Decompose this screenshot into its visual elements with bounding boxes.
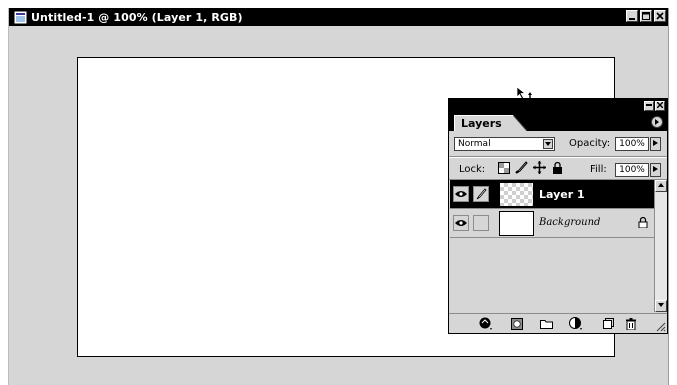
blend-mode-select[interactable]: Normal [454, 137, 555, 151]
palette-menu-button[interactable] [651, 116, 663, 128]
tab-layers[interactable]: Layers [454, 115, 514, 131]
layers-scrollbar[interactable] [654, 180, 667, 312]
visibility-eye-icon[interactable] [453, 186, 469, 202]
opacity-label: Opacity: [569, 138, 611, 149]
palette-minimize-button[interactable] [644, 101, 654, 111]
new-fill-adjustment-icon[interactable] [569, 317, 583, 330]
lock-label: Lock: [459, 164, 486, 175]
opacity-field[interactable]: 100% [615, 137, 649, 151]
minimize-button[interactable] [626, 10, 638, 22]
layer-thumbnail[interactable] [499, 211, 534, 236]
palette-bottom-bar [449, 313, 667, 333]
maximize-button[interactable] [640, 10, 652, 22]
scroll-down-button[interactable] [655, 300, 667, 312]
layers-list: Layer 1 Background [450, 180, 654, 312]
layer-row-layer-1[interactable]: Layer 1 [450, 180, 654, 209]
paintbrush-icon[interactable] [473, 186, 489, 202]
tab-edge [513, 115, 527, 131]
document-titlebar[interactable]: Untitled-1 @ 100% (Layer 1, RGB) [9, 8, 668, 26]
layer-row-background[interactable]: Background [450, 209, 654, 238]
document-title: Untitled-1 @ 100% (Layer 1, RGB) [31, 10, 243, 24]
divider [449, 157, 667, 158]
lock-transparency-icon[interactable] [497, 161, 510, 174]
lock-icon [638, 216, 648, 231]
layer-name[interactable]: Layer 1 [539, 188, 585, 201]
new-layer-icon[interactable] [601, 317, 615, 330]
visibility-eye-icon[interactable] [453, 215, 469, 231]
close-button[interactable] [654, 10, 666, 22]
chevron-down-icon [543, 139, 553, 149]
resize-grip-icon[interactable] [654, 320, 666, 332]
lock-position-icon[interactable] [533, 161, 546, 174]
scroll-up-button[interactable] [655, 180, 667, 192]
opacity-slider-button[interactable] [650, 137, 661, 151]
trash-icon[interactable] [624, 317, 638, 330]
blend-mode-value: Normal [458, 139, 491, 149]
palette-titlebar[interactable] [449, 99, 667, 113]
layers-palette: Layers Normal Opacity: 100% Lock: Fill: … [448, 98, 668, 334]
lock-image-icon[interactable] [515, 161, 528, 174]
layer-name[interactable]: Background [539, 217, 600, 228]
layer-thumbnail[interactable] [499, 182, 534, 207]
fill-field[interactable]: 100% [615, 163, 649, 177]
lock-all-icon[interactable] [551, 161, 564, 174]
add-mask-icon[interactable] [510, 317, 524, 330]
link-cell[interactable] [473, 215, 489, 231]
fill-label: Fill: [590, 164, 607, 175]
document-icon [14, 11, 27, 24]
new-set-icon[interactable] [539, 317, 553, 330]
palette-tab-row: Layers [449, 113, 667, 131]
add-layer-style-icon[interactable] [479, 317, 493, 330]
fill-slider-button[interactable] [650, 163, 661, 177]
palette-close-button[interactable] [655, 101, 665, 111]
blend-opacity-row: Normal Opacity: 100% [449, 135, 667, 153]
